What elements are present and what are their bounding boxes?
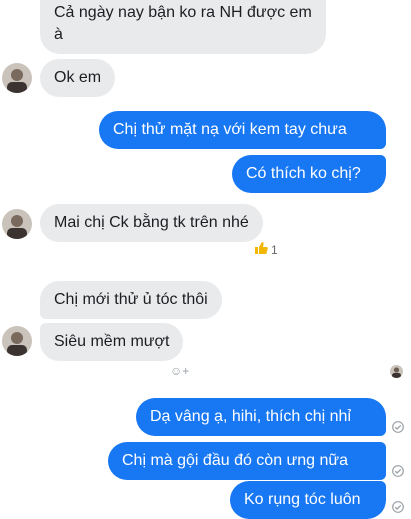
message-text: Mai chị Ck bằng tk trên nhé	[54, 214, 249, 231]
message-outgoing[interactable]: Chị thử mặt nạ với kem tay chưa	[99, 111, 386, 149]
message-outgoing[interactable]: Có thích ko chị?	[232, 155, 386, 193]
thumbs-up-icon	[254, 241, 268, 258]
message-outgoing[interactable]: Dạ vâng ạ, hihi, thích chị nhỉ	[136, 398, 386, 436]
sent-check-icon	[392, 464, 404, 477]
message-text: Siêu mềm mượt	[54, 333, 170, 350]
message-text: Chị mới thử ủ tóc thôi	[54, 291, 208, 308]
message-text: Dạ vâng ạ, hihi, thích chị nhỉ	[150, 408, 352, 425]
add-reaction-icon[interactable]: ☺︎+	[170, 364, 189, 378]
message-text: Chị mà gội đầu đó còn ưng nữa	[122, 452, 349, 469]
message-reaction[interactable]: 1	[254, 241, 278, 258]
message-incoming[interactable]: Siêu mềm mượt	[40, 323, 184, 361]
message-outgoing[interactable]: Ko rụng tóc luôn	[230, 481, 386, 519]
reaction-count: 1	[271, 242, 278, 257]
message-incoming[interactable]: Mai chị Ck bằng tk trên nhé	[40, 204, 263, 242]
contact-avatar[interactable]	[2, 209, 32, 239]
contact-avatar[interactable]	[2, 63, 32, 93]
message-incoming[interactable]: Chị mới thử ủ tóc thôi	[40, 281, 222, 319]
message-text: Có thích ko chị?	[246, 165, 361, 182]
message-text: Ok em	[54, 69, 102, 86]
message-text: Cả ngày nay bận ko ra NH được em à	[54, 4, 312, 43]
message-outgoing[interactable]: Chị mà gội đầu đó còn ưng nữa	[108, 442, 386, 480]
sent-check-icon	[392, 420, 404, 433]
sent-check-icon	[392, 500, 404, 513]
message-text: Ko rụng tóc luôn	[244, 491, 361, 508]
message-incoming[interactable]: Ok em	[40, 59, 116, 97]
seen-avatar	[390, 365, 403, 378]
message-text: Chị thử mặt nạ với kem tay chưa	[113, 121, 347, 138]
contact-avatar[interactable]	[2, 326, 32, 356]
message-incoming[interactable]: Cả ngày nay bận ko ra NH được em à	[40, 0, 326, 54]
